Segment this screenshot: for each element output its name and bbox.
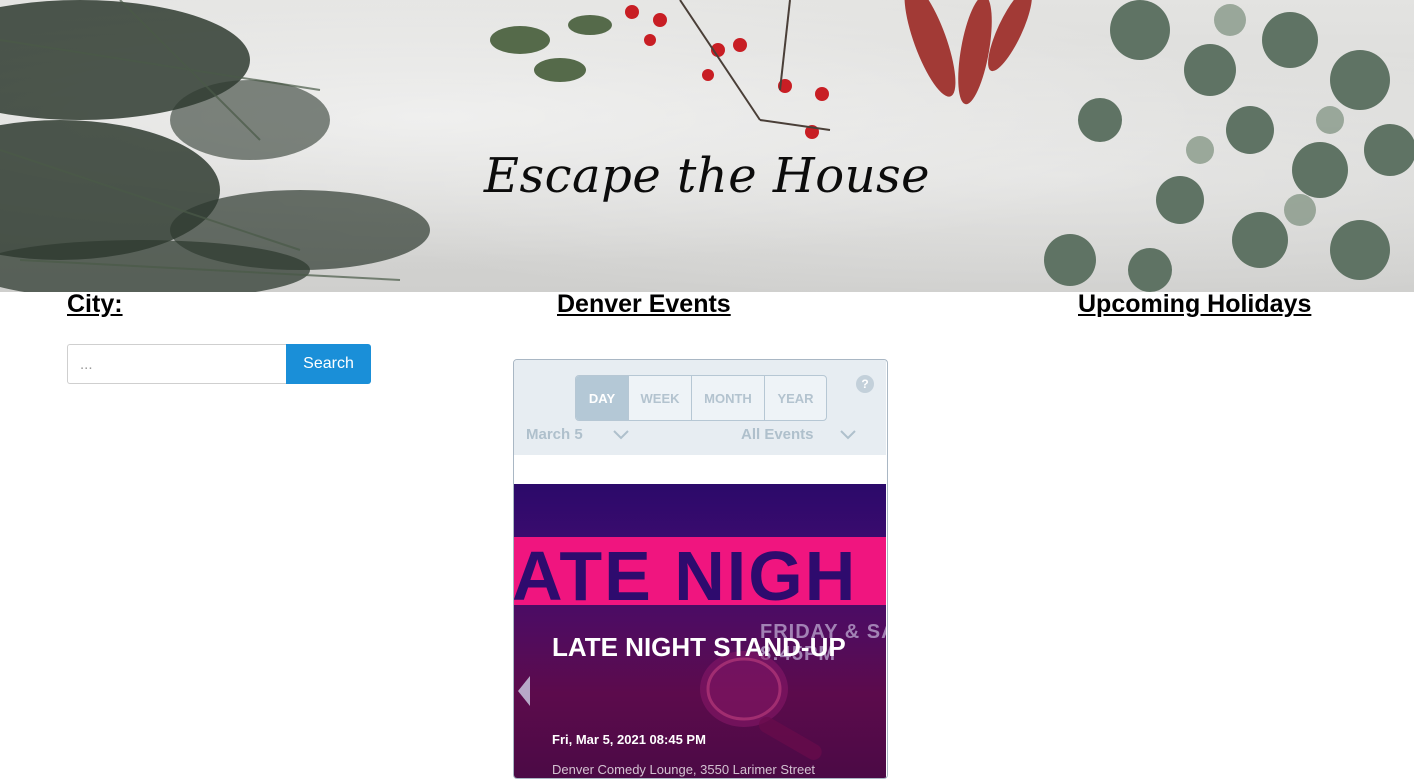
chevron-down-icon[interactable] [840,430,856,440]
view-switcher: DAY WEEK MONTH YEAR [575,375,827,421]
search-button[interactable]: Search [286,344,371,384]
view-year-tab[interactable]: YEAR [765,376,826,420]
events-widget: DAY WEEK MONTH YEAR ? March 5 All Events… [513,359,888,779]
previous-event-arrow-icon[interactable] [518,676,532,706]
event-title[interactable]: LATE NIGHT STAND-UP [552,628,852,666]
chevron-down-icon[interactable] [613,430,629,440]
site-title: Escape the House [483,148,931,204]
event-venue: Denver Comedy Lounge, 3550 Larimer Stree… [552,762,816,777]
view-month-tab[interactable]: MONTH [692,376,765,420]
hero-banner: Escape the House [0,0,1414,292]
city-search-input[interactable] [67,344,286,384]
view-week-tab[interactable]: WEEK [629,376,692,420]
event-datetime: Fri, Mar 5, 2021 08:45 PM [552,732,706,747]
denver-events-heading: Denver Events [557,290,731,318]
event-card[interactable]: ATE NIGH FRIDAY & SA 8:45PM LATE NIGHT S… [514,484,886,778]
decorative-greenery [0,0,1414,292]
event-filter-dropdown[interactable]: All Events [741,426,814,443]
date-filter-dropdown[interactable]: March 5 [526,426,583,443]
help-icon[interactable]: ? [856,375,874,393]
widget-toolbar: DAY WEEK MONTH YEAR ? March 5 All Events [514,360,886,455]
poster-heading: ATE NIGH [514,537,858,615]
upcoming-holidays-heading: Upcoming Holidays [1078,290,1312,318]
city-heading: City: [67,290,123,318]
view-day-tab[interactable]: DAY [576,376,629,420]
